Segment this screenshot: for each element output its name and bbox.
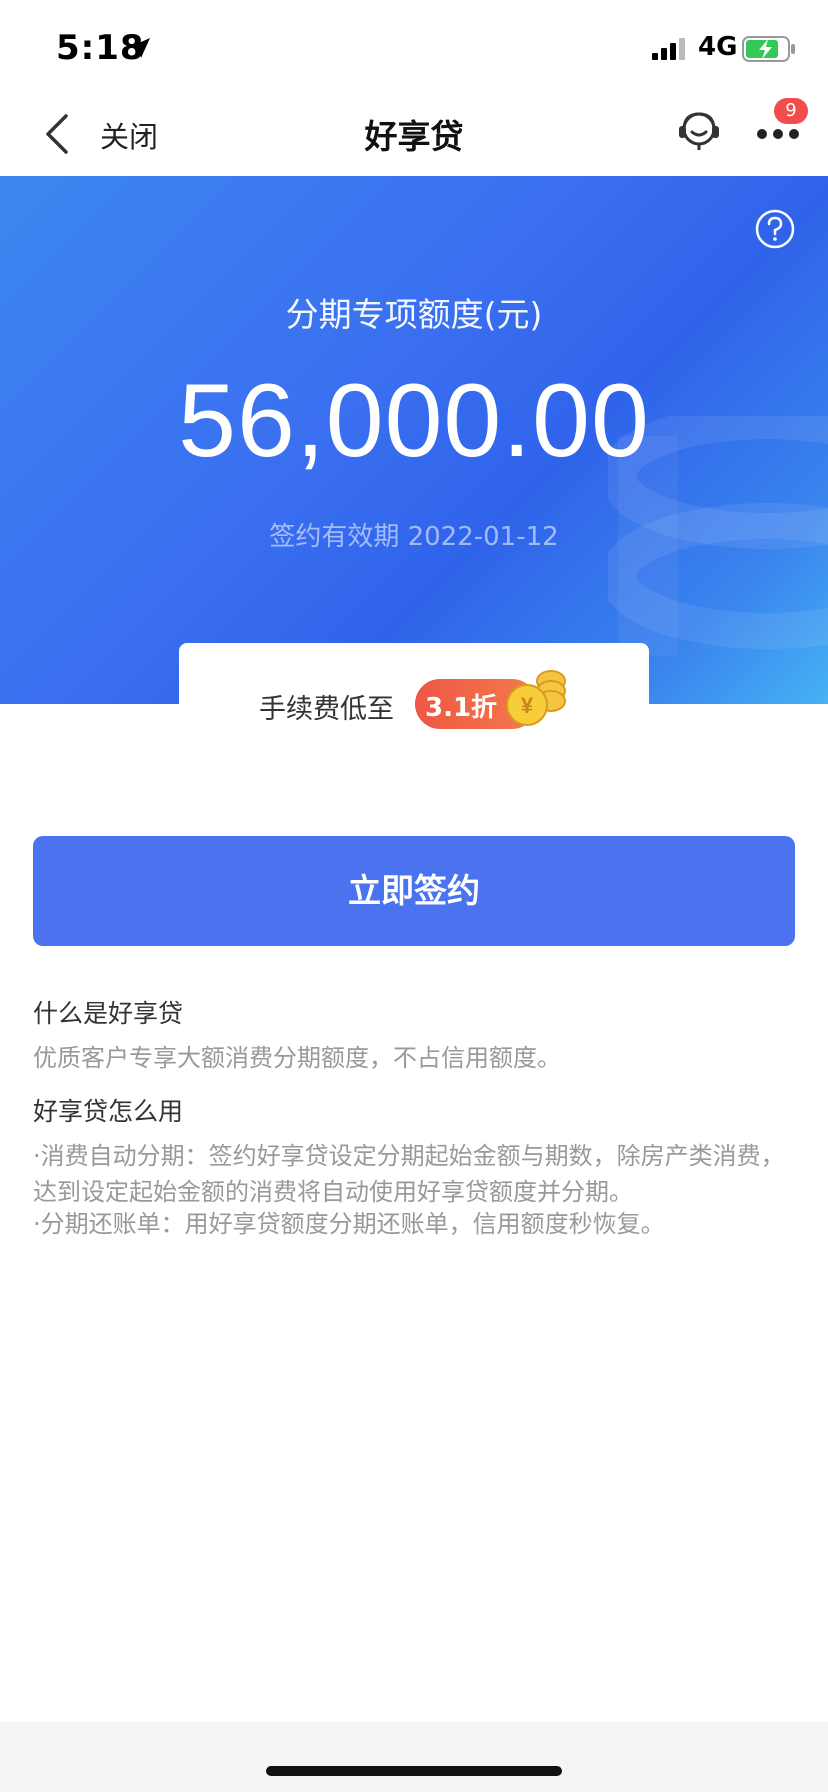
discount-text: 3.1折 [425, 693, 498, 723]
nav-bar: 关闭 好享贷 9 [0, 96, 828, 176]
signal-icon [652, 38, 685, 60]
help-icon[interactable] [754, 208, 796, 250]
faq-question-how: 好享贷怎么用 [33, 1097, 184, 1126]
faq-answer-what: 优质客户专享大额消费分期额度，不占信用额度。 [33, 1044, 561, 1072]
sign-now-button[interactable]: 立即签约 [33, 836, 795, 946]
gold-coins-icon: ¥ [506, 670, 566, 726]
home-indicator-area [0, 1722, 828, 1792]
notification-badge: 9 [774, 98, 808, 124]
faq-question-what: 什么是好享贷 [33, 999, 184, 1028]
faq-answer-auto-installment: ·消费自动分期：签约好享贷设定分期起始金额与期数，除房产类消费，达到设定起始金额… [33, 1142, 785, 1206]
network-type: 4G [698, 32, 738, 62]
contract-validity: 签约有效期 2022-01-12 [269, 522, 559, 552]
status-bar: 5:18 4G [0, 0, 828, 96]
more-options-icon[interactable] [756, 128, 800, 140]
customer-service-icon[interactable] [676, 108, 722, 154]
battery-charging-icon [742, 36, 795, 62]
home-indicator[interactable] [266, 1766, 562, 1776]
limit-amount: 56,000.00 [178, 363, 650, 479]
svg-text:¥: ¥ [521, 693, 534, 718]
fee-card: 手续费低至 3.1折 ¥ [179, 643, 649, 743]
faq-answer-bill-installment: ·分期还账单：用好享贷额度分期还账单，信用额度秒恢复。 [33, 1210, 665, 1238]
fee-label: 手续费低至 [259, 694, 394, 725]
limit-label: 分期专项额度(元) [285, 295, 543, 334]
credit-limit-banner: 分期专项额度(元) 56,000.00 签约有效期 2022-01-12 [0, 176, 828, 704]
location-arrow-icon [130, 38, 150, 58]
